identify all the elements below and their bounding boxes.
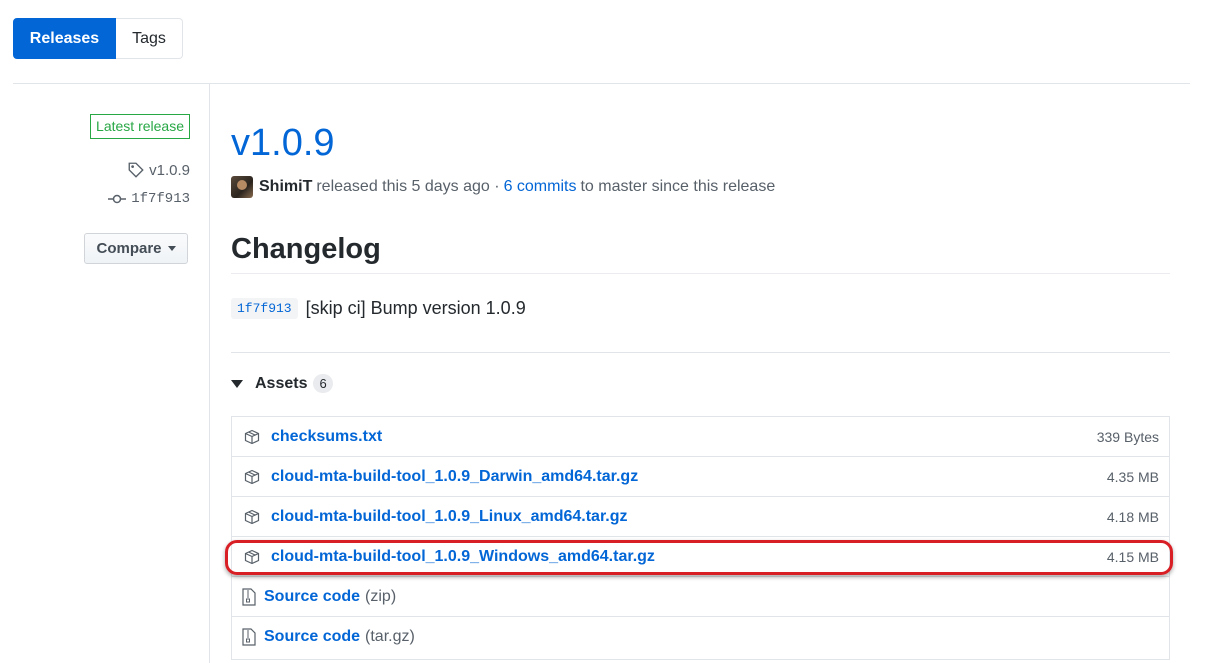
list-item: checksums.txt 339 Bytes xyxy=(232,417,1169,457)
compare-label: Compare xyxy=(96,240,162,257)
package-icon xyxy=(243,428,261,446)
sidebar-tag[interactable]: v1.0.9 xyxy=(127,161,190,179)
release-title[interactable]: v1.0.9 xyxy=(231,120,335,166)
heading-divider xyxy=(231,273,1170,274)
author-link[interactable]: ShimiT xyxy=(259,178,312,196)
assets-list: checksums.txt 339 Bytes cloud-mta-build-… xyxy=(231,416,1170,660)
package-icon xyxy=(243,548,261,566)
sidebar-divider xyxy=(209,84,210,663)
source-targz-link[interactable]: Source code xyxy=(264,628,360,646)
changelog-heading: Changelog xyxy=(231,233,381,265)
list-item: Source code (zip) xyxy=(232,577,1169,617)
chevron-down-icon xyxy=(167,246,176,251)
release-meta: ShimiT released this 5 days ago · 6 comm… xyxy=(231,176,775,198)
tab-tags[interactable]: Tags xyxy=(116,18,183,59)
package-icon xyxy=(243,468,261,486)
since-text: to master since this release xyxy=(580,178,776,195)
avatar[interactable] xyxy=(231,176,253,198)
asset-size: 4.35 MB xyxy=(1106,468,1159,485)
commits-link[interactable]: 6 commits xyxy=(504,178,577,196)
list-item: cloud-mta-build-tool_1.0.9_Linux_amd64.t… xyxy=(232,497,1169,537)
assets-toggle[interactable]: Assets 6 xyxy=(231,374,333,393)
asset-size: 339 Bytes xyxy=(1096,428,1159,445)
sidebar-commit[interactable]: 1f7f913 xyxy=(108,191,190,207)
assets-label: Assets xyxy=(255,374,308,392)
asset-link[interactable]: cloud-mta-build-tool_1.0.9_Darwin_amd64.… xyxy=(271,468,638,486)
asset-link[interactable]: cloud-mta-build-tool_1.0.9_Windows_amd64… xyxy=(271,548,655,566)
package-icon xyxy=(243,508,261,526)
commit-message: [skip ci] Bump version 1.0.9 xyxy=(305,298,526,318)
list-item: cloud-mta-build-tool_1.0.9_Darwin_amd64.… xyxy=(232,457,1169,497)
header-divider xyxy=(13,83,1190,84)
release-tabs: Releases Tags xyxy=(13,18,183,59)
body-divider xyxy=(231,352,1170,353)
sidebar-tag-label: v1.0.9 xyxy=(149,161,190,179)
compare-button[interactable]: Compare xyxy=(84,233,188,264)
commit-sha-link[interactable]: 1f7f913 xyxy=(231,298,298,319)
git-commit-icon xyxy=(108,194,127,204)
file-zip-icon xyxy=(242,628,258,646)
source-format: (tar.gz) xyxy=(365,628,415,645)
asset-size: 4.18 MB xyxy=(1106,508,1159,525)
triangle-down-icon xyxy=(231,379,243,388)
changelog-entry: 1f7f913 [skip ci] Bump version 1.0.9 xyxy=(231,298,526,319)
file-zip-icon xyxy=(242,587,258,606)
tab-releases[interactable]: Releases xyxy=(13,18,116,59)
source-zip-link[interactable]: Source code xyxy=(264,588,360,606)
asset-link[interactable]: cloud-mta-build-tool_1.0.9_Linux_amd64.t… xyxy=(271,508,628,526)
list-item: cloud-mta-build-tool_1.0.9_Windows_amd64… xyxy=(232,537,1169,577)
sidebar-commit-sha: 1f7f913 xyxy=(131,191,190,207)
tag-icon xyxy=(128,162,144,178)
list-item: Source code (tar.gz) xyxy=(232,617,1169,657)
latest-release-badge: Latest release xyxy=(90,114,190,139)
assets-count: 6 xyxy=(313,374,333,393)
source-format: (zip) xyxy=(365,587,397,605)
asset-link[interactable]: checksums.txt xyxy=(271,428,382,446)
asset-size: 4.15 MB xyxy=(1106,548,1159,565)
released-text: released this 5 days ago · xyxy=(316,178,500,195)
